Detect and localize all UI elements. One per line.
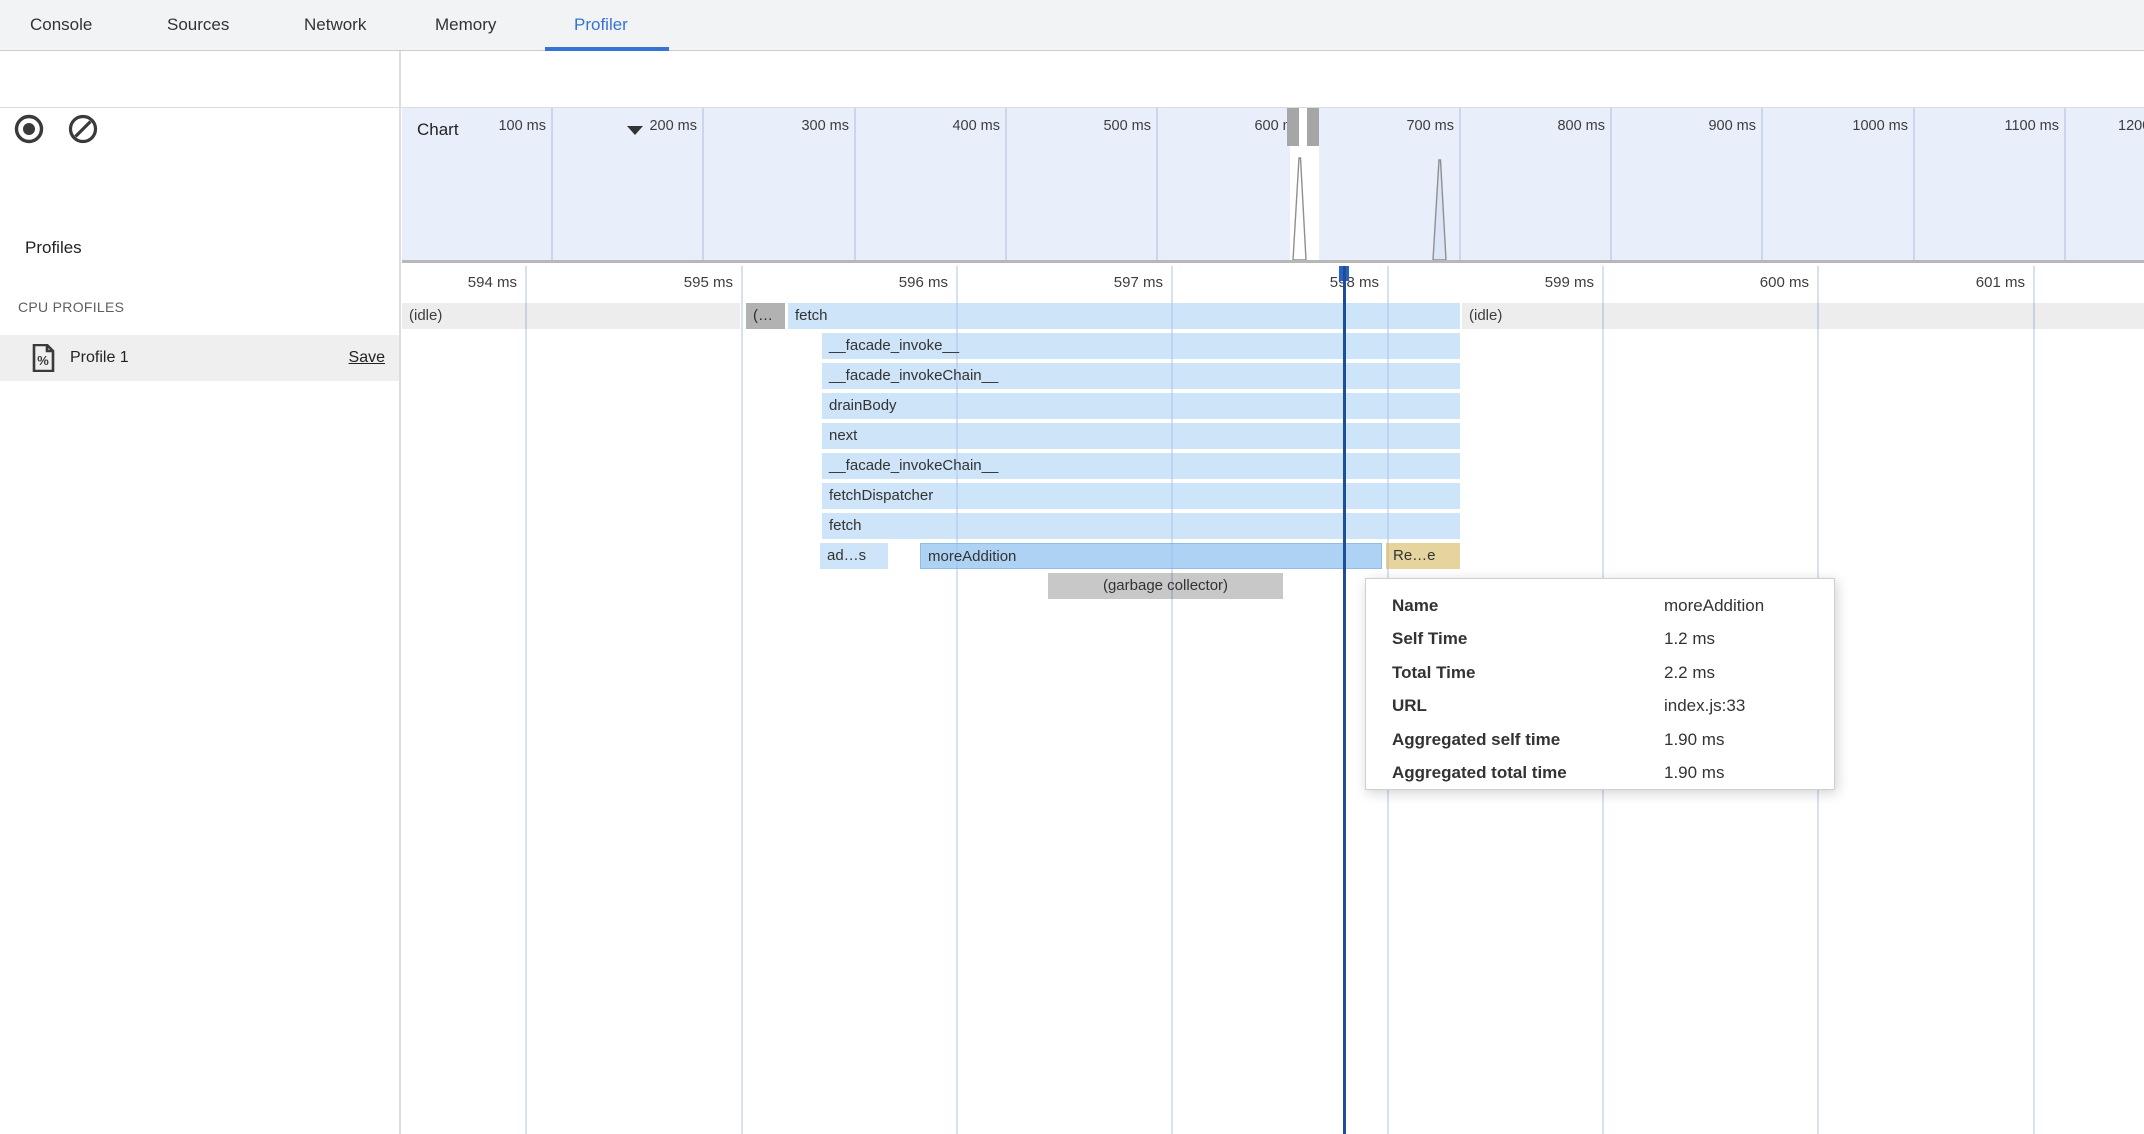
flame-bar--garbage-collector-[interactable]: (garbage collector) [1048, 573, 1283, 599]
tooltip-field-label: Aggregated total time [1392, 763, 1664, 783]
ruler-tick-label: 600 ms [1760, 274, 1809, 291]
clear-profiles-button[interactable] [67, 113, 99, 145]
selection-handle-right[interactable] [1307, 108, 1319, 146]
save-profile-link[interactable]: Save [349, 335, 385, 381]
tooltip-field-value: 1.90 ms [1664, 730, 1808, 750]
devtools-tab-bar: Console Sources Network Memory Profiler [0, 0, 2144, 51]
flame-bar--[interactable]: (… [746, 303, 785, 329]
tooltip-field-label: Self Time [1392, 629, 1664, 649]
tooltip-row: Self Time1.2 ms [1392, 623, 1808, 657]
flame-bar--facade-invokechain-[interactable]: __facade_invokeChain__ [822, 453, 1460, 479]
flame-bar-moreaddition[interactable]: moreAddition [920, 543, 1382, 569]
tab-console[interactable]: Console [30, 0, 92, 50]
clear-icon [67, 113, 99, 145]
profiler-toolbar: Chart [0, 51, 2144, 108]
tooltip-field-label: Total Time [1392, 663, 1664, 683]
tab-sources[interactable]: Sources [167, 0, 229, 50]
flame-bar--facade-invokechain-[interactable]: __facade_invokeChain__ [822, 363, 1460, 389]
tab-memory[interactable]: Memory [435, 0, 496, 50]
flame-bar-fetchdispatcher[interactable]: fetchDispatcher [822, 483, 1460, 509]
tooltip-row: URLindex.js:33 [1392, 690, 1808, 724]
tab-profiler[interactable]: Profiler [574, 0, 628, 50]
record-profile-button[interactable] [13, 113, 45, 145]
devtools-profiler-panel: Console Sources Network Memory Profiler Char… [0, 0, 2144, 1134]
selection-handle-left[interactable] [1287, 108, 1299, 146]
tooltip-field-value: index.js:33 [1664, 696, 1808, 716]
tooltip-field-label: Aggregated self time [1392, 730, 1664, 750]
chevron-down-icon[interactable] [627, 126, 643, 135]
sidebar-item-profile-1[interactable]: % Profile 1 Save [0, 335, 399, 381]
tooltip-row: NamemoreAddition [1392, 589, 1808, 623]
tooltip-row: Aggregated total time1.90 ms [1392, 757, 1808, 791]
flame-bar--idle-[interactable]: (idle) [402, 303, 740, 329]
ruler-gridline [525, 266, 527, 1134]
flame-chart-pane: 100 ms200 ms300 ms400 ms500 ms600 ms700 … [402, 108, 2144, 1134]
flame-bar-ad-s[interactable]: ad…s [820, 543, 888, 569]
profile-name: Profile 1 [70, 335, 129, 381]
tooltip-field-value: moreAddition [1664, 596, 1808, 616]
flame-bar-next[interactable]: next [822, 423, 1460, 449]
tooltip-field-value: 1.2 ms [1664, 629, 1808, 649]
overview-bottom-border [402, 260, 2144, 263]
profiles-sidebar: Profiles CPU PROFILES % Profile 1 Save [0, 108, 399, 1134]
tooltip-row: Total Time2.2 ms [1392, 656, 1808, 690]
ruler-tick-label: 601 ms [1976, 274, 2025, 291]
view-mode-select[interactable]: Chart [417, 114, 459, 146]
tooltip-field-value: 2.2 ms [1664, 663, 1808, 683]
ruler-tick-label: 596 ms [899, 274, 948, 291]
ruler-tick-label: 597 ms [1114, 274, 1163, 291]
svg-text:%: % [37, 353, 49, 368]
tooltip-field-label: URL [1392, 696, 1664, 716]
overview-activity-spikes [402, 108, 2144, 260]
view-mode-label: Chart [417, 120, 459, 139]
profiles-heading: Profiles [25, 238, 82, 258]
ruler-tick-label: 598 ms [1330, 274, 1379, 291]
profile-document-icon: % [31, 344, 55, 377]
ruler-tick-label: 599 ms [1545, 274, 1594, 291]
ruler-gridline [2033, 266, 2035, 1134]
ruler-tick-label: 595 ms [684, 274, 733, 291]
timeline-overview[interactable]: 100 ms200 ms300 ms400 ms500 ms600 ms700 … [402, 108, 2144, 260]
flame-bar--idle-[interactable]: (idle) [1462, 303, 2144, 329]
tooltip-row: Aggregated self time1.90 ms [1392, 723, 1808, 757]
flame-bar-re-e[interactable]: Re…e [1386, 543, 1460, 569]
flame-bar-drainbody[interactable]: drainBody [822, 393, 1460, 419]
flame-bar-fetch[interactable]: fetch [822, 513, 1460, 539]
frame-details-tooltip: NamemoreAdditionSelf Time1.2 msTotal Tim… [1365, 578, 1835, 790]
flame-bar-fetch[interactable]: fetch [788, 303, 1460, 329]
tooltip-field-label: Name [1392, 596, 1664, 616]
ruler-gridline [741, 266, 743, 1134]
record-icon [13, 113, 45, 145]
playhead-line [1343, 266, 1346, 1134]
active-tab-underline [545, 47, 669, 51]
sidebar-divider [399, 51, 401, 1134]
ruler-tick-label: 594 ms [468, 274, 517, 291]
flame-bar--facade-invoke-[interactable]: __facade_invoke__ [822, 333, 1460, 359]
cpu-profiles-section-label: CPU PROFILES [18, 299, 124, 315]
tooltip-field-value: 1.90 ms [1664, 763, 1808, 783]
tab-network[interactable]: Network [304, 0, 366, 50]
